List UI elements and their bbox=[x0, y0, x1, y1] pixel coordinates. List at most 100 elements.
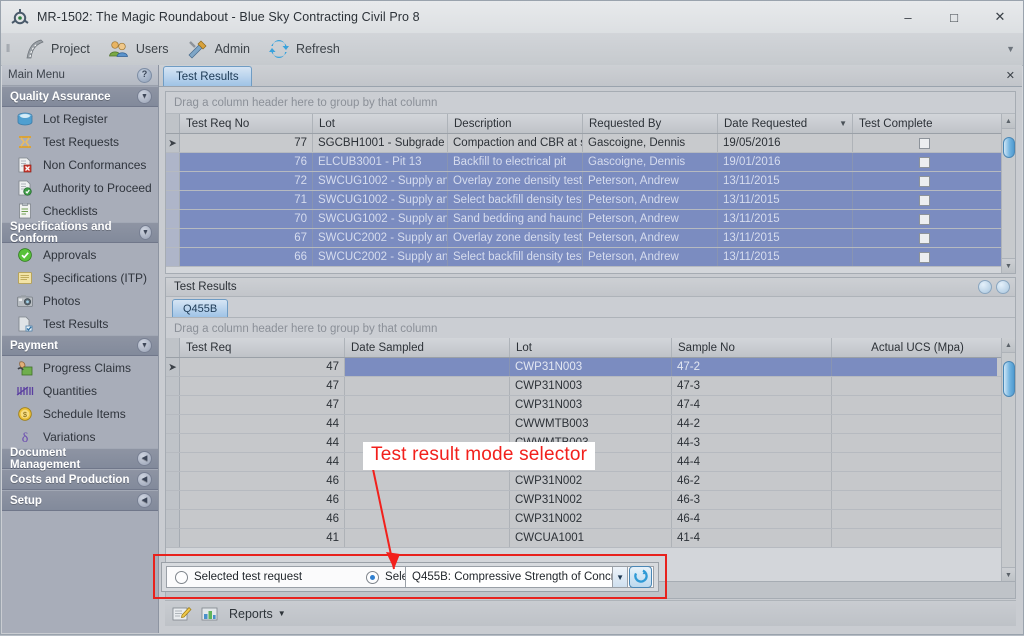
checkbox-unchecked-icon[interactable] bbox=[919, 175, 930, 187]
cell-lot[interactable]: CWP31N003 bbox=[510, 396, 672, 414]
cell-test-req[interactable]: 46 bbox=[180, 510, 345, 528]
table-row[interactable]: 66SWCUC2002 - Supply and inst...Select b… bbox=[166, 248, 1015, 267]
cell-date-sampled[interactable] bbox=[345, 472, 510, 490]
row-indicator[interactable] bbox=[166, 529, 180, 547]
column-header-lot[interactable]: Lot bbox=[510, 338, 672, 357]
cell-actual-ucs[interactable] bbox=[832, 453, 997, 471]
cell-lot[interactable]: SWCUG1002 - Supply and inst... bbox=[313, 191, 448, 209]
cell-sample-no[interactable]: 44-4 bbox=[672, 453, 832, 471]
chevron-left-icon[interactable]: ◀ bbox=[137, 493, 152, 508]
cell-requested-by[interactable]: Peterson, Andrew bbox=[583, 191, 718, 209]
reports-button-label[interactable]: Reports bbox=[229, 607, 273, 621]
cell-description[interactable]: Backfill to electrical pit bbox=[448, 153, 583, 171]
cell-test-req[interactable]: 46 bbox=[180, 472, 345, 490]
column-header-description[interactable]: Description bbox=[448, 114, 583, 133]
cell-test-complete[interactable] bbox=[853, 191, 996, 209]
chevron-left-icon[interactable]: ◀ bbox=[137, 451, 152, 466]
cell-date-sampled[interactable] bbox=[345, 491, 510, 509]
panel-maximize-icon[interactable] bbox=[996, 280, 1010, 294]
help-icon[interactable]: ? bbox=[137, 67, 152, 83]
cell-lot[interactable]: CWP31N002 bbox=[510, 472, 672, 490]
cell-test-req-no[interactable]: 66 bbox=[180, 248, 313, 266]
cell-date-requested[interactable]: 13/11/2015 bbox=[718, 248, 853, 266]
cell-description[interactable]: Compaction and CBR at subgr... bbox=[448, 134, 583, 152]
scroll-up-icon[interactable]: ▲ bbox=[1002, 114, 1015, 129]
row-indicator[interactable] bbox=[166, 210, 180, 228]
scroll-down-icon[interactable]: ▼ bbox=[1002, 258, 1015, 273]
cell-requested-by[interactable]: Gascoigne, Dennis bbox=[583, 134, 718, 152]
maximize-button[interactable]: □ bbox=[931, 1, 977, 33]
table-row[interactable]: 41 CWCUA1001 41-4 bbox=[166, 529, 1015, 548]
cell-requested-by[interactable]: Peterson, Andrew bbox=[583, 229, 718, 247]
toolbar-button-users[interactable]: Users bbox=[100, 36, 177, 62]
report-chart-icon[interactable] bbox=[199, 605, 221, 623]
sidebar-group-quality-assurance[interactable]: Quality Assurance ▼ bbox=[2, 86, 158, 107]
cell-test-complete[interactable] bbox=[853, 229, 996, 247]
cell-sample-no[interactable]: 47-2 bbox=[672, 358, 832, 376]
cell-date-requested[interactable]: 19/01/2016 bbox=[718, 153, 853, 171]
toolbar-button-refresh[interactable]: Refresh bbox=[260, 36, 348, 62]
table-row[interactable]: 70SWCUG1002 - Supply and inst...Sand bed… bbox=[166, 210, 1015, 229]
cell-sample-no[interactable]: 47-4 bbox=[672, 396, 832, 414]
scroll-down-icon[interactable]: ▼ bbox=[1002, 567, 1015, 582]
sidebar-item-quantities[interactable]: Quantities bbox=[2, 379, 158, 402]
cell-description[interactable]: Select backfill density testing bbox=[448, 248, 583, 266]
checkbox-unchecked-icon[interactable] bbox=[919, 137, 930, 149]
tab-test-results[interactable]: Test Results bbox=[163, 66, 252, 86]
cell-actual-ucs[interactable] bbox=[832, 491, 997, 509]
cell-description[interactable]: Overlay zone density testings bbox=[448, 172, 583, 190]
table-row[interactable]: 47 CWP31N003 47-4 bbox=[166, 396, 1015, 415]
sidebar-item-checklists[interactable]: Checklists bbox=[2, 199, 158, 222]
row-indicator[interactable] bbox=[166, 415, 180, 433]
edit-note-icon[interactable] bbox=[171, 605, 193, 623]
chevron-down-icon[interactable]: ▼ bbox=[278, 609, 286, 618]
row-indicator[interactable] bbox=[166, 472, 180, 490]
cell-test-req[interactable]: 46 bbox=[180, 491, 345, 509]
sidebar-group-document-management[interactable]: Document Management ◀ bbox=[2, 447, 158, 471]
cell-date-requested[interactable]: 19/05/2016 bbox=[718, 134, 853, 152]
row-indicator[interactable] bbox=[166, 153, 180, 171]
checkbox-unchecked-icon[interactable] bbox=[919, 194, 930, 206]
row-indicator[interactable] bbox=[166, 172, 180, 190]
cell-test-req-no[interactable]: 71 bbox=[180, 191, 313, 209]
scrollbar-thumb[interactable] bbox=[1003, 361, 1015, 397]
cell-lot[interactable]: SGCBH1001 - Subgrade in em... bbox=[313, 134, 448, 152]
column-header-date-requested[interactable]: Date Requested ▼ bbox=[718, 114, 853, 133]
table-row[interactable]: 72SWCUG1002 - Supply and inst...Overlay … bbox=[166, 172, 1015, 191]
sidebar-item-test-results[interactable]: Test Results bbox=[2, 312, 158, 335]
cell-test-complete[interactable] bbox=[853, 153, 996, 171]
table-row[interactable]: 67SWCUC2002 - Supply and inst...Overlay … bbox=[166, 229, 1015, 248]
cell-lot[interactable]: SWCUC2002 - Supply and inst... bbox=[313, 229, 448, 247]
close-button[interactable]: ✕ bbox=[977, 1, 1023, 33]
cell-date-requested[interactable]: 13/11/2015 bbox=[718, 172, 853, 190]
minimize-button[interactable]: – bbox=[885, 1, 931, 33]
cell-test-req[interactable]: 47 bbox=[180, 377, 345, 395]
toolbar-overflow-icon[interactable]: ▼ bbox=[1006, 44, 1015, 54]
checkbox-unchecked-icon[interactable] bbox=[919, 156, 930, 168]
checkbox-unchecked-icon[interactable] bbox=[919, 213, 930, 225]
row-indicator[interactable] bbox=[166, 191, 180, 209]
cell-test-complete[interactable] bbox=[853, 210, 996, 228]
cell-actual-ucs[interactable] bbox=[832, 377, 997, 395]
cell-date-requested[interactable]: 13/11/2015 bbox=[718, 210, 853, 228]
cell-requested-by[interactable]: Peterson, Andrew bbox=[583, 210, 718, 228]
cell-sample-no[interactable]: 46-2 bbox=[672, 472, 832, 490]
column-header-sample-no[interactable]: Sample No bbox=[672, 338, 832, 357]
cell-description[interactable]: Select backfill density testing bbox=[448, 191, 583, 209]
chevron-down-icon[interactable]: ▼ bbox=[137, 89, 152, 104]
sidebar-item-specifications-itp[interactable]: Specifications (ITP) bbox=[2, 266, 158, 289]
cell-lot[interactable]: CWCUA1001 bbox=[510, 529, 672, 547]
chevron-down-icon[interactable]: ▼ bbox=[137, 338, 152, 353]
cell-lot[interactable]: CWP31N002 bbox=[510, 510, 672, 528]
cell-date-sampled[interactable] bbox=[345, 529, 510, 547]
sidebar-item-non-conformances[interactable]: Non Conformances bbox=[2, 153, 158, 176]
checkbox-unchecked-icon[interactable] bbox=[919, 251, 930, 263]
sidebar-item-approvals[interactable]: Approvals bbox=[2, 243, 158, 266]
cell-test-req[interactable]: 47 bbox=[180, 396, 345, 414]
cell-actual-ucs[interactable] bbox=[832, 529, 997, 547]
sidebar-group-setup[interactable]: Setup ◀ bbox=[2, 490, 158, 511]
column-header-test-req[interactable]: Test Req bbox=[180, 338, 345, 357]
sidebar-item-photos[interactable]: Photos bbox=[2, 289, 158, 312]
cell-sample-no[interactable]: 46-3 bbox=[672, 491, 832, 509]
table-row[interactable]: 46 CWP31N002 46-4 bbox=[166, 510, 1015, 529]
